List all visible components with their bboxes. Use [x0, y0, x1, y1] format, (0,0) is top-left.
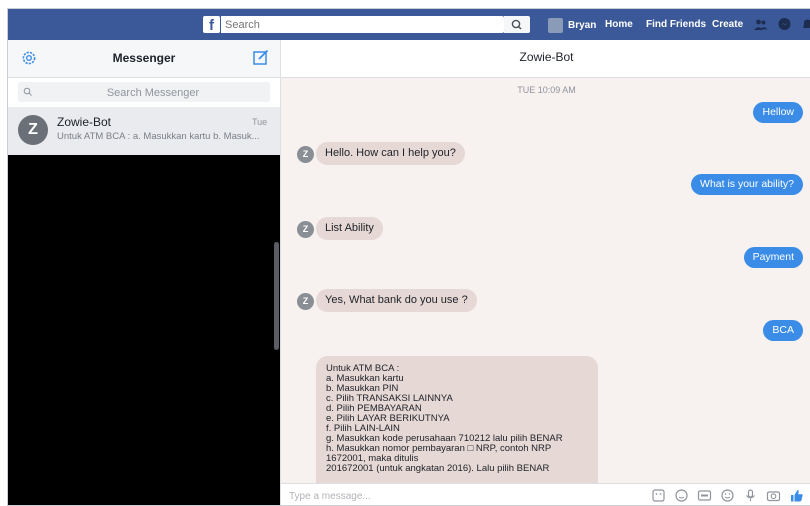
- chat-timestamp: TUE 10:09 AM: [517, 85, 576, 95]
- message-line: 201672001 (untuk angkatan 2016). Lalu pi…: [326, 463, 550, 474]
- profile-link[interactable]: Bryan: [548, 17, 596, 33]
- sticker-icon[interactable]: [651, 488, 666, 503]
- message-composer: [281, 483, 810, 505]
- nav-home-link[interactable]: Home: [605, 19, 633, 30]
- profile-name: Bryan: [568, 19, 597, 31]
- incoming-message-long: Untuk ATM BCA : a. Masukkan kartu b. Mas…: [316, 356, 598, 484]
- like-icon[interactable]: [789, 488, 804, 503]
- conversation-name: Zowie-Bot: [57, 115, 112, 129]
- microphone-icon[interactable]: [743, 488, 758, 503]
- nav-create-link[interactable]: Create: [712, 19, 743, 30]
- compose-icon[interactable]: [252, 48, 270, 66]
- incoming-message: Hello. How can I help you?: [316, 142, 465, 165]
- chat-header: Zowie-Bot: [281, 40, 810, 78]
- avatar: Z: [18, 115, 48, 145]
- incoming-message: List Ability: [316, 217, 383, 240]
- messenger-search-area: [8, 78, 280, 107]
- friends-icon[interactable]: [753, 17, 768, 32]
- conversation-snippet: Untuk ATM BCA : a. Masukkan kartu b. Mas…: [57, 131, 260, 142]
- chat-panel: Zowie-Bot TUE 10:09 AM Hellow Z Hello. H…: [280, 40, 810, 505]
- bot-avatar: Z: [297, 221, 314, 238]
- conversation-list-panel: Messenger Z Zowie-Bot Tue Untuk ATM BCA …: [8, 40, 280, 505]
- message-input[interactable]: [287, 487, 591, 505]
- outgoing-message: Payment: [743, 247, 803, 268]
- facebook-logo[interactable]: f: [203, 16, 220, 34]
- incoming-message: Yes, What bank do you use ?: [316, 289, 477, 312]
- bot-avatar: Z: [297, 146, 314, 163]
- camera-icon[interactable]: [766, 488, 781, 503]
- conversation-item-zowie-bot[interactable]: Z Zowie-Bot Tue Untuk ATM BCA : a. Masuk…: [8, 107, 280, 155]
- emoji-icon[interactable]: [674, 488, 689, 503]
- notifications-icon[interactable]: [800, 17, 810, 32]
- emoji-icon[interactable]: [720, 488, 735, 503]
- conversation-time: Tue: [252, 117, 268, 127]
- top-navigation-bar: f Bryan Home Find Friends Create: [8, 9, 810, 41]
- messenger-icon[interactable]: [777, 17, 792, 32]
- outgoing-message: Hellow: [753, 102, 803, 123]
- messenger-search-input[interactable]: [36, 82, 270, 104]
- nav-find-friends-link[interactable]: Find Friends: [646, 19, 706, 30]
- search-icon: [23, 87, 32, 96]
- outgoing-message: What is your ability?: [691, 174, 803, 195]
- chat-title[interactable]: Zowie-Bot: [281, 50, 810, 64]
- messenger-title: Messenger: [112, 51, 176, 65]
- avatar: [548, 17, 563, 33]
- messenger-search-box: [18, 82, 270, 104]
- facebook-search-input[interactable]: [221, 16, 465, 33]
- conversation-list-scrollbar[interactable]: [274, 242, 279, 350]
- app-frame: f Bryan Home Find Friends Create: [7, 8, 810, 506]
- messenger-header: Messenger: [8, 40, 280, 78]
- bot-avatar: Z: [297, 293, 314, 310]
- search-button[interactable]: [504, 16, 530, 33]
- gif-icon[interactable]: [697, 488, 712, 503]
- search-icon: [511, 19, 522, 30]
- facebook-search-box: [221, 16, 504, 33]
- outgoing-message: BCA: [763, 320, 803, 341]
